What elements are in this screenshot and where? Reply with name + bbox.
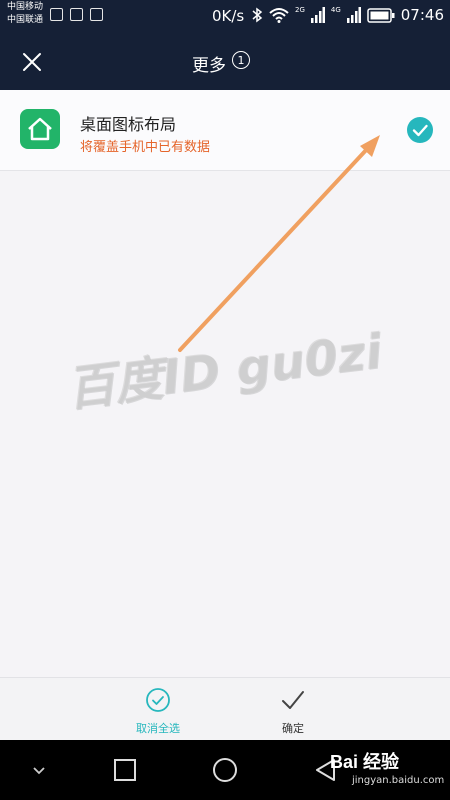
watermark-text: 百度ID gu0zi (63, 323, 385, 418)
list-item-desktop-layout[interactable]: 桌面图标布局 将覆盖手机中已有数据 (0, 90, 450, 171)
battery-icon (367, 7, 395, 23)
clock: 07:46 (400, 6, 444, 24)
app-bar: 更多 1 (0, 34, 450, 90)
signal-icon-1 (310, 7, 325, 23)
wifi-icon (269, 8, 289, 23)
confirm-button[interactable]: 确定 (233, 678, 353, 741)
network-4g-label: 4G (330, 6, 341, 14)
confirm-label: 确定 (282, 722, 304, 735)
checkbox-checked-icon[interactable] (407, 117, 433, 143)
notification-cow-icon (50, 8, 63, 21)
carrier-1: 中国移动 (7, 2, 44, 12)
status-bar: 中国移动 中国联通 0K/s 2G 4G 07:46 (0, 0, 450, 34)
signal-icon-2 (346, 7, 361, 23)
notification-image-icon (90, 8, 103, 21)
home-nav-icon[interactable] (211, 756, 239, 784)
carrier-info: 中国移动 中国联通 (7, 1, 43, 27)
item-warning-subtitle: 将覆盖手机中已有数据 (80, 140, 211, 155)
deselect-check-icon (146, 688, 170, 712)
item-title: 桌面图标布局 (80, 115, 177, 134)
bluetooth-icon (252, 7, 263, 23)
home-icon (20, 109, 60, 149)
page-title: 更多 (192, 56, 226, 76)
recent-apps-icon[interactable] (111, 756, 139, 784)
notification-leaf-icon (70, 8, 83, 21)
carrier-2: 中国联通 (7, 15, 44, 25)
close-icon[interactable] (17, 47, 47, 77)
baidu-jingyan-logo: Bai 经验 (330, 752, 400, 772)
deselect-all-button[interactable]: 取消全选 (98, 678, 218, 741)
network-speed: 0K/s (212, 7, 245, 25)
notification-icons (50, 8, 103, 21)
bottom-action-bar: 取消全选 确定 (0, 677, 450, 741)
status-right: 2G 4G 07:46 (251, 6, 444, 24)
deselect-all-label: 取消全选 (136, 722, 180, 735)
network-2g-label: 2G (294, 6, 305, 14)
baidu-jingyan-url: jingyan.baidu.com (352, 775, 445, 786)
collapse-chevron-icon[interactable] (25, 756, 53, 784)
selection-count-badge: 1 (232, 51, 250, 69)
confirm-check-icon (282, 691, 304, 709)
